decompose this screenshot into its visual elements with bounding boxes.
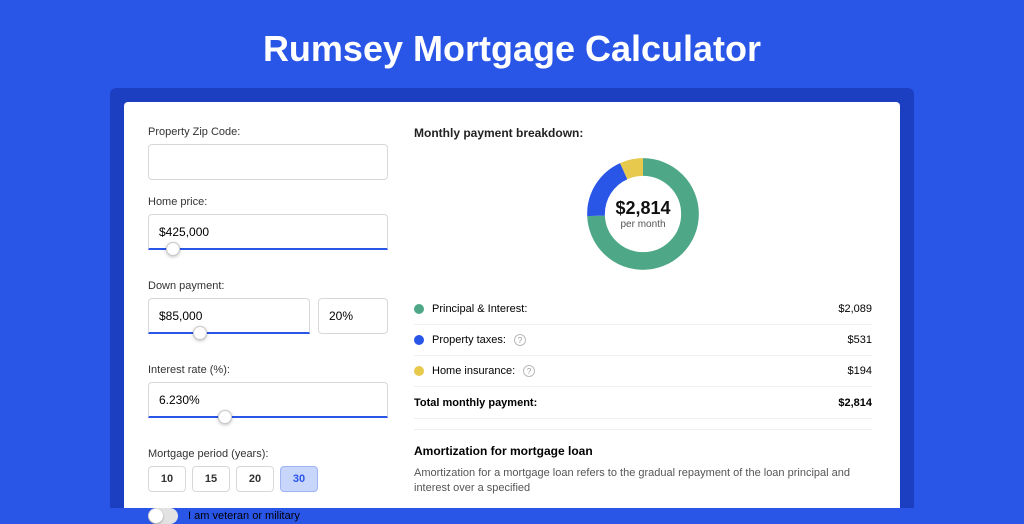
- total-label: Total monthly payment:: [414, 397, 537, 409]
- inputs-column: Property Zip Code: Home price: Down paym…: [148, 126, 388, 508]
- home-price-slider-handle[interactable]: [166, 242, 180, 256]
- home-price-label: Home price:: [148, 196, 388, 208]
- amortization-section: Amortization for mortgage loan Amortizat…: [414, 429, 872, 497]
- home-price-group: Home price:: [148, 196, 388, 264]
- donut-center-amount: $2,814: [615, 198, 670, 219]
- calculator-card: Property Zip Code: Home price: Down paym…: [124, 102, 900, 508]
- card-backdrop: Property Zip Code: Home price: Down paym…: [110, 88, 914, 508]
- donut-chart: $2,814 per month: [581, 152, 705, 276]
- legend-value: $194: [848, 365, 872, 377]
- down-payment-label: Down payment:: [148, 280, 388, 292]
- amortization-body: Amortization for a mortgage loan refers …: [414, 466, 872, 497]
- period-option-15[interactable]: 15: [192, 466, 230, 492]
- zip-label: Property Zip Code:: [148, 126, 388, 138]
- interest-rate-label: Interest rate (%):: [148, 364, 388, 376]
- breakdown-column: Monthly payment breakdown: $2,814 per mo…: [414, 126, 872, 508]
- zip-input[interactable]: [148, 144, 388, 180]
- legend-row-insurance: Home insurance: ? $194: [414, 356, 872, 387]
- legend-label: Principal & Interest:: [432, 303, 527, 315]
- interest-rate-input[interactable]: [148, 382, 388, 418]
- legend-value: $531: [848, 334, 872, 346]
- interest-rate-slider-handle[interactable]: [218, 410, 232, 424]
- breakdown-heading: Monthly payment breakdown:: [414, 126, 872, 140]
- donut-chart-wrap: $2,814 per month: [414, 152, 872, 276]
- legend-row-total: Total monthly payment: $2,814: [414, 387, 872, 419]
- dot-icon: [414, 335, 424, 345]
- home-price-input[interactable]: [148, 214, 388, 250]
- page-title: Rumsey Mortgage Calculator: [0, 0, 1024, 88]
- dot-icon: [414, 304, 424, 314]
- dot-icon: [414, 366, 424, 376]
- down-payment-slider-handle[interactable]: [193, 326, 207, 340]
- period-option-20[interactable]: 20: [236, 466, 274, 492]
- info-icon[interactable]: ?: [523, 365, 535, 377]
- legend-label: Home insurance:: [432, 365, 515, 377]
- mortgage-period-group: Mortgage period (years): 10 15 20 30: [148, 448, 388, 492]
- info-icon[interactable]: ?: [514, 334, 526, 346]
- mortgage-period-label: Mortgage period (years):: [148, 448, 388, 460]
- down-payment-amount-input[interactable]: [148, 298, 310, 334]
- legend-row-taxes: Property taxes: ? $531: [414, 325, 872, 356]
- period-option-30[interactable]: 30: [280, 466, 318, 492]
- legend-value: $2,089: [838, 303, 872, 315]
- period-option-10[interactable]: 10: [148, 466, 186, 492]
- zip-group: Property Zip Code:: [148, 126, 388, 180]
- interest-rate-group: Interest rate (%):: [148, 364, 388, 432]
- legend-label: Property taxes:: [432, 334, 506, 346]
- donut-center-sub: per month: [620, 219, 665, 230]
- down-payment-percent-input[interactable]: [318, 298, 388, 334]
- veteran-toggle-row: I am veteran or military: [148, 508, 388, 524]
- down-payment-group: Down payment:: [148, 280, 388, 348]
- amortization-heading: Amortization for mortgage loan: [414, 444, 872, 458]
- legend-row-principal: Principal & Interest: $2,089: [414, 294, 872, 325]
- veteran-toggle[interactable]: [148, 508, 178, 524]
- total-value: $2,814: [838, 397, 872, 409]
